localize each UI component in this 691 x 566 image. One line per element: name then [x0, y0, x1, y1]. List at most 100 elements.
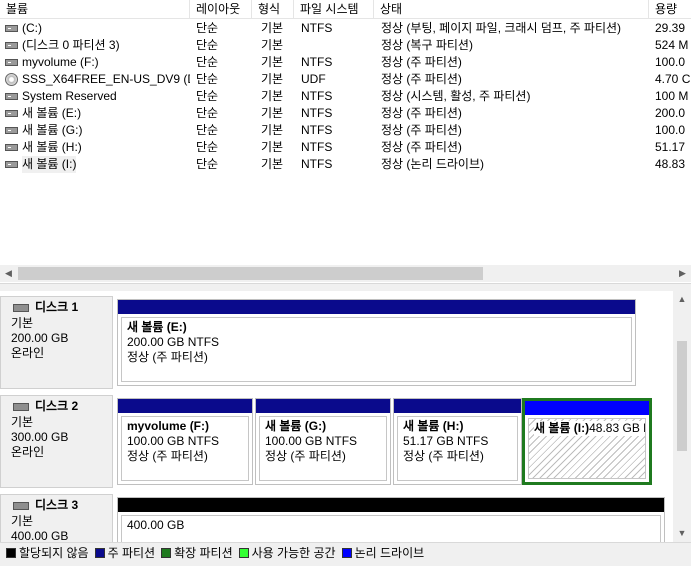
- disk-size: 300.00 GB: [11, 430, 69, 444]
- partition-body: 400.00 GB: [121, 515, 661, 542]
- cell-layout: 단순: [196, 55, 219, 69]
- disk-info[interactable]: 디스크 2 기본 300.00 GB 온라인: [0, 395, 113, 488]
- cell-layout: 단순: [196, 72, 219, 86]
- cell-layout: 단순: [196, 123, 219, 137]
- column-header-capacity[interactable]: 용량: [649, 0, 691, 19]
- table-row[interactable]: (디스크 0 파티션 3) 단순 기본 정상 (복구 파티션) 524 M: [0, 37, 691, 54]
- drive-icon: [5, 110, 18, 117]
- partition-body: 새 볼륨 (H:) 51.17 GB NTFS 정상 (주 파티션): [397, 416, 518, 481]
- partition[interactable]: myvolume (F:) 100.00 GB NTFS 정상 (주 파티션): [117, 398, 253, 485]
- cell-status: 정상 (주 파티션): [381, 140, 462, 154]
- cell-status: 정상 (복구 파티션): [381, 38, 473, 52]
- table-row[interactable]: System Reserved 단순 기본 NTFS 정상 (시스템, 활성, 주 파티…: [0, 88, 691, 105]
- cell-type: 기본: [261, 89, 284, 103]
- drive-icon: [5, 25, 18, 32]
- table-row[interactable]: 새 볼륨 (I:) 단순 기본 NTFS 정상 (논리 드라이브) 48.83: [0, 156, 691, 173]
- scroll-thumb[interactable]: [677, 341, 687, 451]
- column-header-type[interactable]: 형식: [252, 0, 294, 19]
- cell-name: (C:): [22, 21, 42, 35]
- partition-size: 51.17 GB NTFS: [403, 434, 489, 448]
- cell-status: 정상 (주 파티션): [381, 55, 462, 69]
- cell-status: 정상 (논리 드라이브): [381, 157, 484, 171]
- legend-swatch: [238, 548, 249, 558]
- cell-layout: 단순: [196, 157, 219, 171]
- partition-title: 새 볼륨 (E:): [127, 320, 187, 334]
- disk-kind: 기본: [11, 415, 34, 429]
- legend-item: 할당되지 않음: [6, 545, 89, 561]
- partition[interactable]: 400.00 GB: [117, 497, 665, 542]
- partition[interactable]: 새 볼륨 (E:) 200.00 GB NTFS 정상 (주 파티션): [117, 299, 636, 386]
- cell-layout: 단순: [196, 38, 219, 52]
- legend-item: 주 파티션: [94, 545, 156, 561]
- disk-info[interactable]: 디스크 1 기본 200.00 GB 온라인: [0, 296, 113, 389]
- legend-label: 사용 가능한 공간: [251, 546, 336, 560]
- partition-size: 400.00 GB: [127, 518, 185, 532]
- cell-name: (디스크 0 파티션 3): [22, 38, 120, 52]
- partition-size: 100.00 GB NTFS: [127, 434, 220, 448]
- column-header-volume[interactable]: 볼륨: [0, 0, 190, 19]
- drive-icon: [5, 42, 18, 49]
- partition-size: 48.83 GB NTFS: [589, 421, 645, 436]
- scroll-left-icon[interactable]: ◀: [0, 265, 17, 282]
- cell-status: 정상 (시스템, 활성, 주 파티션): [381, 89, 531, 103]
- legend: 할당되지 않음 주 파티션 확장 파티션 사용 가능한 공간 논리 드라이브: [0, 542, 691, 566]
- legend-item: 확장 파티션: [161, 545, 233, 561]
- legend-label: 논리 드라이브: [354, 546, 425, 560]
- cell-fs: NTFS: [301, 21, 333, 35]
- legend-swatch: [341, 548, 352, 558]
- cell-type: 기본: [261, 123, 284, 137]
- cell-capacity: 4.70 C: [655, 72, 691, 86]
- disk-name: 디스크 1: [11, 299, 112, 316]
- partition-title: myvolume (F:): [127, 419, 210, 433]
- scroll-up-icon[interactable]: ▲: [673, 291, 691, 308]
- table-row[interactable]: SSS_X64FREE_EN-US_DV9 (D:) 단순 기본 UDF 정상 (주 파…: [0, 71, 691, 88]
- scroll-down-icon[interactable]: ▼: [673, 525, 691, 542]
- cell-capacity: 200.0: [655, 106, 686, 120]
- table-row[interactable]: 새 볼륨 (G:) 단순 기본 NTFS 정상 (주 파티션) 100.0: [0, 122, 691, 139]
- legend-label: 주 파티션: [107, 546, 156, 560]
- disk-size: 400.00 GB: [11, 529, 69, 542]
- disk-graphical-view: 디스크 1 기본 200.00 GB 온라인 새 볼륨 (E:) 200.00 GB NT…: [0, 291, 691, 542]
- table-row[interactable]: 새 볼륨 (H:) 단순 기본 NTFS 정상 (주 파티션) 51.17: [0, 139, 691, 156]
- disk-row: 디스크 3 기본 400.00 GB 400.00 GB: [0, 494, 673, 542]
- partition-color-bar: [118, 300, 635, 314]
- vertical-scrollbar[interactable]: ▲ ▼: [673, 291, 691, 542]
- legend-item: 사용 가능한 공간: [238, 545, 336, 561]
- column-header-filesystem[interactable]: 파일 시스템: [294, 0, 374, 19]
- disk-info[interactable]: 디스크 3 기본 400.00 GB: [0, 494, 113, 542]
- disk-row: 디스크 2 기본 300.00 GB 온라인 myvolume (F:) 100.00 G…: [0, 395, 673, 488]
- cell-fs: [301, 37, 374, 54]
- partition-body: 새 볼륨 (I:)48.83 GB NTFS정상 (논리 드라이브): [528, 418, 646, 479]
- column-header-status[interactable]: 상태: [374, 0, 649, 19]
- table-row[interactable]: myvolume (F:) 단순 기본 NTFS 정상 (주 파티션) 100.0: [0, 54, 691, 71]
- partition-title: 새 볼륨 (I:): [534, 421, 590, 436]
- partition[interactable]: 새 볼륨 (I:)48.83 GB NTFS정상 (논리 드라이브): [522, 398, 652, 485]
- cell-capacity: 29.39: [655, 21, 686, 35]
- cell-fs: NTFS: [301, 157, 333, 171]
- table-row[interactable]: (C:) 단순 기본 NTFS 정상 (부팅, 페이지 파일, 크래시 덤프, 주 파티…: [0, 20, 691, 37]
- pane-splitter[interactable]: [0, 283, 691, 291]
- cell-fs: NTFS: [301, 123, 333, 137]
- partition-color-bar: [525, 401, 649, 415]
- partition-color-bar: [118, 498, 664, 512]
- legend-label: 할당되지 않음: [19, 546, 89, 560]
- cell-status: 정상 (주 파티션): [381, 123, 462, 137]
- cell-type: 기본: [261, 55, 284, 69]
- table-row[interactable]: 새 볼륨 (E:) 단순 기본 NTFS 정상 (주 파티션) 200.0: [0, 105, 691, 122]
- scroll-right-icon[interactable]: ▶: [674, 265, 691, 282]
- legend-swatch: [6, 548, 16, 558]
- scroll-thumb[interactable]: [18, 267, 483, 280]
- cell-fs: NTFS: [301, 89, 333, 103]
- cell-status: 정상 (부팅, 페이지 파일, 크래시 덤프, 주 파티션): [381, 21, 622, 35]
- partition-title: 새 볼륨 (G:): [265, 419, 327, 433]
- legend-swatch: [161, 548, 172, 558]
- cell-layout: 단순: [196, 21, 219, 35]
- partition-color-bar: [118, 399, 252, 413]
- cell-name: 새 볼륨 (G:): [22, 123, 83, 137]
- horizontal-scrollbar[interactable]: ◀ ▶: [0, 265, 691, 282]
- partition-color-bar: [256, 399, 390, 413]
- partition[interactable]: 새 볼륨 (H:) 51.17 GB NTFS 정상 (주 파티션): [393, 398, 522, 485]
- partition[interactable]: 새 볼륨 (G:) 100.00 GB NTFS 정상 (주 파티션): [255, 398, 391, 485]
- disk-state: 온라인: [11, 445, 45, 459]
- column-header-layout[interactable]: 레이아웃: [190, 0, 252, 19]
